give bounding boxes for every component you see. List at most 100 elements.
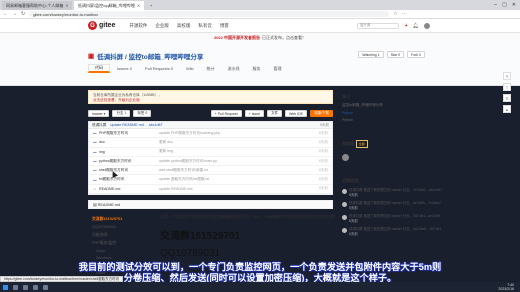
taskbar-clock[interactable]: 7:40 2023/2/16	[498, 283, 514, 291]
activity-item[interactable]: 低调抖屏 推送了新的提交到 master 分支，6a12ee8...1f07de…	[342, 227, 442, 236]
readme-group-heading: 交流群161529701	[160, 230, 241, 242]
file-commit-msg[interactable]: update 爬取东方时讯/txt爬取.txt	[159, 177, 269, 182]
taskbar: 7:40 2023/2/16	[0, 282, 520, 292]
nav-item[interactable]: 博客	[220, 23, 229, 29]
gitee-logo[interactable]: G gitee	[88, 21, 115, 30]
file-commit-msg[interactable]: add shell爬取东方时讯/新建.txt	[159, 168, 269, 173]
browser-tab-2[interactable]: 低调抖屏/监控/qq邮箱_哔哩哔哩 ✕	[74, 1, 144, 10]
tab-manage[interactable]: 管理	[268, 64, 288, 73]
activity-item[interactable]: 低调抖屏 推送了新的提交到 master 分支，ae3c0fb...7e16bc…	[342, 201, 442, 210]
file-row[interactable]: ▬ img 更新 img 6天前	[89, 147, 332, 157]
star-button[interactable]: Star 0	[386, 51, 405, 58]
toc-item[interactable]: 交流群161529701	[92, 217, 137, 222]
commit-message[interactable]: update README.md.	[110, 123, 144, 127]
avatar[interactable]	[424, 22, 430, 29]
fork-button[interactable]: Fork 0	[407, 51, 425, 58]
toc-item[interactable]: Linux	[92, 249, 137, 253]
tab-code[interactable]: 代码	[88, 64, 110, 73]
chat-icon[interactable]: ☰	[503, 94, 511, 102]
taskbar-app-icon[interactable]	[23, 284, 28, 290]
clone-download-button[interactable]: 克隆/下载	[310, 110, 333, 117]
toc-item[interactable]: 功能说明	[92, 233, 137, 238]
file-row[interactable]: ▬ shell爬取东方时讯 add shell爬取东方时讯/新建.txt 6天前	[89, 166, 332, 176]
close-icon[interactable]: ✕	[137, 3, 140, 8]
reload-icon[interactable]: ↻	[21, 11, 25, 17]
toc-item[interactable]: PHP服务/监控	[92, 241, 137, 246]
back-to-top-icon[interactable]: ▲	[503, 105, 511, 113]
contrib-all-link[interactable]: 全部	[355, 140, 368, 148]
close-icon[interactable]: ✕	[65, 3, 68, 8]
taskbar-app-icon[interactable]	[13, 284, 18, 290]
tab-pull-requests[interactable]: Pull Requests 0	[139, 64, 179, 73]
star-bookmark-icon[interactable]: ☆	[393, 11, 397, 17]
nav-item[interactable]: 私有云	[198, 23, 212, 29]
commit-author[interactable]: 低调抖屏	[92, 123, 106, 128]
maximize-icon[interactable]: ▢	[502, 2, 507, 8]
file-name[interactable]: PHP爬取东方时讯	[99, 131, 159, 136]
file-row[interactable]: ▬ txt爬取东方时讯 update 爬取东方时讯/txt爬取.txt 6天前	[89, 175, 332, 185]
enterprise-notice: 当前仓库所属企业为私有仓库（1x5MB）， 点击此处查看，升级为企业版	[88, 90, 333, 104]
browser-window: 网易邮箱客服帮助中心-个人邮箱 ✕ 低调抖屏/监控/qq邮箱_哔哩哔哩 ✕ + – …	[0, 0, 520, 292]
taskbar-app-icon[interactable]	[43, 284, 48, 290]
language-link[interactable]: Python	[342, 111, 442, 115]
activity-item[interactable]: 低调抖屏 推送了新的提交到 master 分支，7e16bc2...abc1d8…	[342, 188, 442, 197]
branches-link[interactable]: 分支 1	[112, 110, 131, 117]
commit-hash[interactable]: abc1d87	[149, 123, 163, 127]
file-commit-msg[interactable]: update PHP爬取东方时讯/caching.php	[159, 131, 269, 136]
tab-label: 低调抖屏/监控/qq邮箱_哔哩哔哩	[78, 2, 135, 8]
tab-pipeline[interactable]: 流水线	[222, 64, 246, 73]
tab-wiki[interactable]: Wiki	[180, 64, 200, 73]
activity-time: 6天前	[349, 218, 358, 223]
file-name[interactable]: txt爬取东方时讯	[99, 177, 159, 182]
tab-issues[interactable]: Issues 0	[111, 64, 138, 73]
bell-icon[interactable]: 🔔︎	[413, 23, 419, 29]
file-name[interactable]: README.md	[99, 187, 159, 191]
edit-icon[interactable]: ✎	[503, 72, 511, 80]
notice-link[interactable]: 点击此处查看，升级为企业版	[93, 98, 140, 102]
file-row[interactable]: ▬ PHP爬取东方时讯 update PHP爬取东方时讯/caching.php 6天…	[89, 129, 332, 139]
minimize-icon[interactable]: –	[494, 2, 497, 8]
url-input[interactable]: gitee.com/lowkey/monitor-to-mailbox	[29, 11, 390, 17]
menu-icon[interactable]: ⋯	[402, 11, 407, 17]
announcement-banner[interactable]: 2022 中国开源开发者报告 已正式发布，点击查看！	[0, 33, 520, 42]
file-button[interactable]: 文件	[267, 110, 283, 117]
close-window-icon[interactable]: ✕	[512, 2, 516, 8]
file-commit-msg[interactable]: update README.md.	[159, 187, 269, 191]
tab-services[interactable]: 服务	[247, 64, 267, 73]
contributor-avatar[interactable]	[342, 154, 349, 161]
file-row[interactable]: ▬ doc 更新 doc 6天前	[89, 138, 332, 148]
nav-item[interactable]: 高校版	[177, 23, 191, 29]
new-tab-button[interactable]: +	[146, 1, 156, 10]
file-row[interactable]: ▬ python爬取东方时讯 update python爬取东方时讯/main.py…	[89, 156, 332, 167]
file-name[interactable]: img	[99, 150, 159, 154]
toc-item[interactable]: QQ107890311	[92, 225, 137, 229]
file-row[interactable]: ▭ README.md update README.md. 5天前	[89, 184, 332, 195]
forward-icon[interactable]: →	[12, 11, 17, 17]
watch-button[interactable]: Watching 1	[358, 51, 384, 58]
search-input[interactable]: 搜开源	[356, 22, 399, 29]
activity-time: 5天前	[349, 205, 358, 210]
repo-title[interactable]: ▣ 低调抖屏 / 监控to邮箱_哔哩哔哩分享	[88, 51, 203, 61]
file-commit-msg[interactable]: update python爬取东方时讯/main.py	[159, 159, 269, 164]
web-ide-button[interactable]: Web IDE	[285, 110, 308, 117]
nav-item[interactable]: 企业版	[155, 23, 169, 29]
share-icon[interactable]: ⇪	[503, 83, 511, 91]
branch-select[interactable]: master ▾	[88, 110, 110, 117]
windows-start-icon[interactable]	[3, 284, 8, 290]
plus-icon[interactable]: +	[405, 23, 408, 29]
add-issue-button[interactable]: + Issue	[244, 110, 265, 117]
contributors-heading: 贡献者 全部	[342, 137, 442, 148]
file-name[interactable]: python爬取东方时讯	[99, 159, 159, 164]
back-icon[interactable]: ←	[3, 11, 8, 17]
tab-stats[interactable]: 统计	[201, 64, 221, 73]
file-commit-msg[interactable]: 更新 img	[159, 149, 269, 154]
nav-item[interactable]: 开源软件	[129, 23, 147, 29]
activity-item[interactable]: 低调抖屏 推送了新的提交到 master 分支，1f07de1...ae3c0f…	[342, 214, 442, 223]
tags-link[interactable]: 标签 0	[133, 110, 152, 117]
file-name[interactable]: doc	[99, 140, 159, 144]
pull-request-button[interactable]: + Pull Request	[210, 110, 242, 117]
taskbar-app-icon[interactable]	[33, 284, 38, 290]
file-commit-msg[interactable]: 更新 doc	[159, 140, 269, 145]
file-name[interactable]: shell爬取东方时讯	[99, 168, 159, 173]
browser-tab-1[interactable]: 网易邮箱客服帮助中心-个人邮箱 ✕	[2, 1, 72, 10]
